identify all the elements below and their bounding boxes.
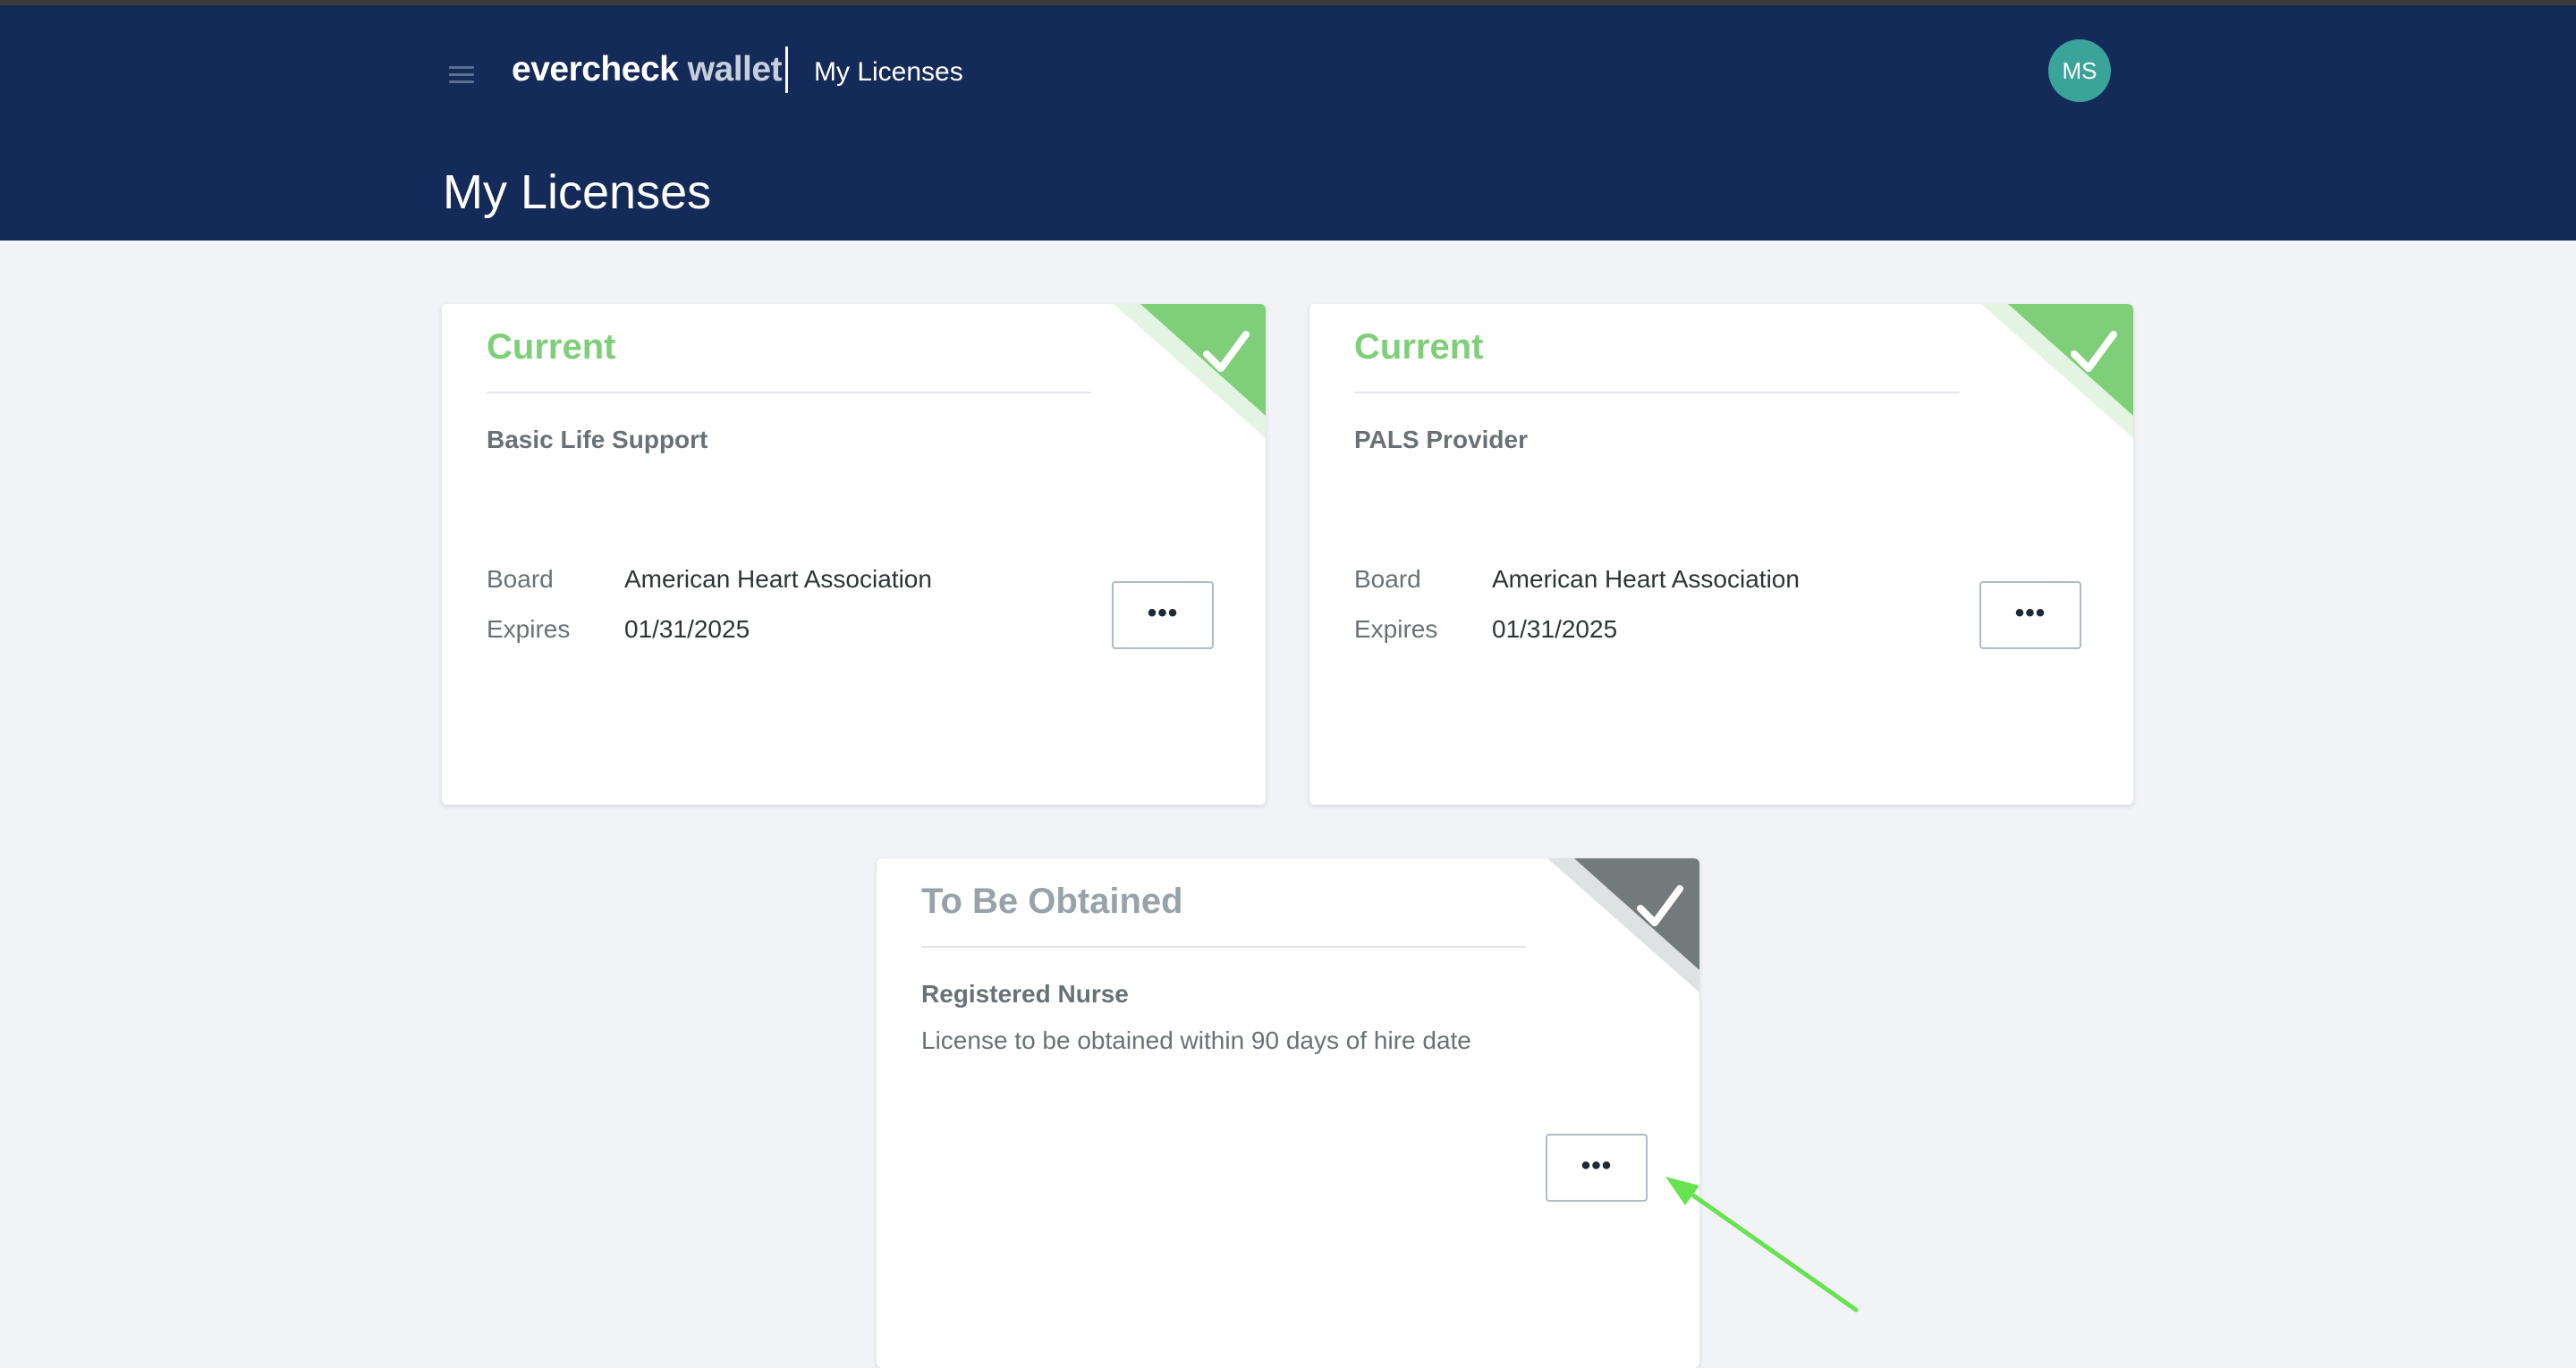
annotation-arrow <box>1665 1177 1859 1313</box>
